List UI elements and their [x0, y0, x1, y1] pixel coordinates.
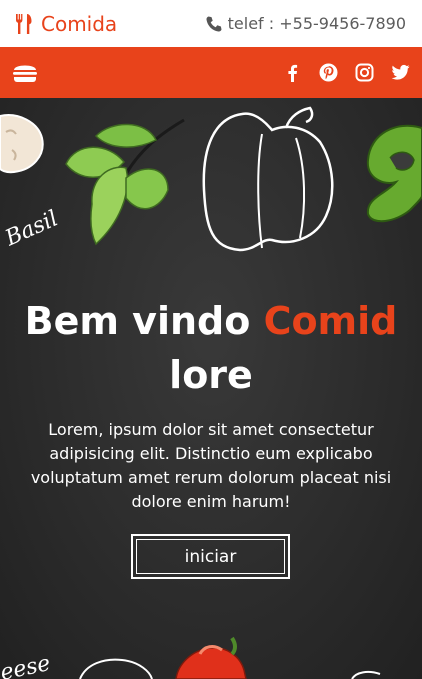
top-header: Comida telef : +55-9456-7890	[0, 0, 422, 47]
main-navbar	[0, 47, 422, 98]
facebook-icon[interactable]	[283, 63, 302, 82]
utensils-icon	[16, 13, 32, 34]
cheese-sketch-label: eese	[0, 651, 53, 679]
phone-number: telef : +55-9456-7890	[227, 14, 406, 33]
hero-title-suffix: lore	[169, 353, 253, 397]
hero-description: Lorem, ipsum dolor sit amet consectetur …	[30, 420, 392, 511]
hero-title-prefix: Bem vindo	[24, 299, 251, 343]
pinterest-icon[interactable]	[319, 63, 338, 82]
hamburger-icon[interactable]	[11, 60, 39, 86]
hero-title-accent: Comid	[263, 299, 398, 343]
social-links	[283, 63, 410, 82]
hero-title: Bem vindo Comid lore	[0, 294, 422, 402]
instagram-icon[interactable]	[355, 63, 374, 82]
hero-section: Basil eese Bem vindo Comid lore Lorem, i…	[0, 98, 422, 679]
twitter-icon[interactable]	[391, 63, 410, 82]
start-button[interactable]: iniciar	[131, 534, 290, 579]
phone-icon	[206, 16, 222, 32]
brand-logo[interactable]: Comida	[14, 12, 117, 36]
basil-sketch-label: Basil	[1, 206, 62, 251]
brand-name: Comida	[41, 11, 118, 36]
phone-contact[interactable]: telef : +55-9456-7890	[205, 14, 406, 33]
start-button-label: iniciar	[136, 539, 285, 574]
